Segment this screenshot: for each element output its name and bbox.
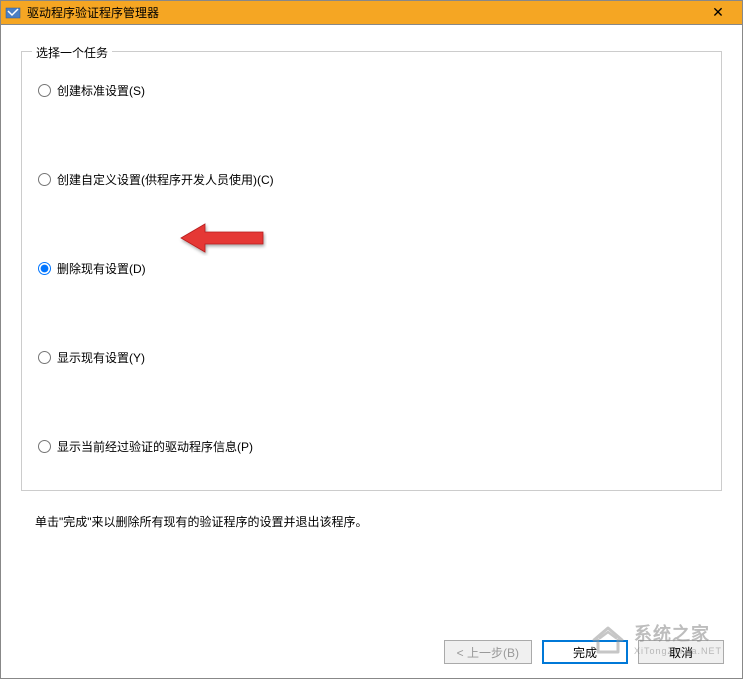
back-button[interactable]: < 上一步(B) [444, 640, 532, 664]
radio-show-existing[interactable]: 显示现有设置(Y) [38, 349, 705, 366]
radio-label-custom: 创建自定义设置(供程序开发人员使用)(C) [57, 171, 274, 188]
radio-input-verified[interactable] [38, 440, 51, 453]
instruction-text: 单击"完成"来以删除所有现有的验证程序的设置并退出该程序。 [35, 513, 722, 530]
content-area: 选择一个任务 创建标准设置(S) 创建自定义设置(供程序开发人员使用)(C) 删… [1, 25, 742, 678]
radio-input-show[interactable] [38, 351, 51, 364]
cancel-button[interactable]: 取消 [638, 640, 724, 664]
app-icon [5, 5, 21, 21]
fieldset-legend: 选择一个任务 [32, 44, 112, 61]
close-button[interactable]: ✕ [698, 1, 738, 25]
radio-delete-existing[interactable]: 删除现有设置(D) [38, 260, 705, 277]
radio-label-delete: 删除现有设置(D) [57, 260, 146, 277]
radio-show-verified[interactable]: 显示当前经过验证的驱动程序信息(P) [38, 438, 705, 455]
radio-group: 创建标准设置(S) 创建自定义设置(供程序开发人员使用)(C) 删除现有设置(D… [38, 82, 705, 455]
radio-input-custom[interactable] [38, 173, 51, 186]
radio-label-show: 显示现有设置(Y) [57, 349, 145, 366]
title-bar: 驱动程序验证程序管理器 ✕ [1, 1, 742, 25]
finish-button[interactable]: 完成 [542, 640, 628, 664]
radio-label-verified: 显示当前经过验证的驱动程序信息(P) [57, 438, 253, 455]
window-title: 驱动程序验证程序管理器 [27, 4, 698, 21]
radio-create-custom[interactable]: 创建自定义设置(供程序开发人员使用)(C) [38, 171, 705, 188]
radio-create-standard[interactable]: 创建标准设置(S) [38, 82, 705, 99]
radio-label-standard: 创建标准设置(S) [57, 82, 145, 99]
task-fieldset: 选择一个任务 创建标准设置(S) 创建自定义设置(供程序开发人员使用)(C) 删… [21, 51, 722, 491]
radio-input-delete[interactable] [38, 262, 51, 275]
radio-input-standard[interactable] [38, 84, 51, 97]
button-bar: < 上一步(B) 完成 取消 [444, 640, 724, 664]
